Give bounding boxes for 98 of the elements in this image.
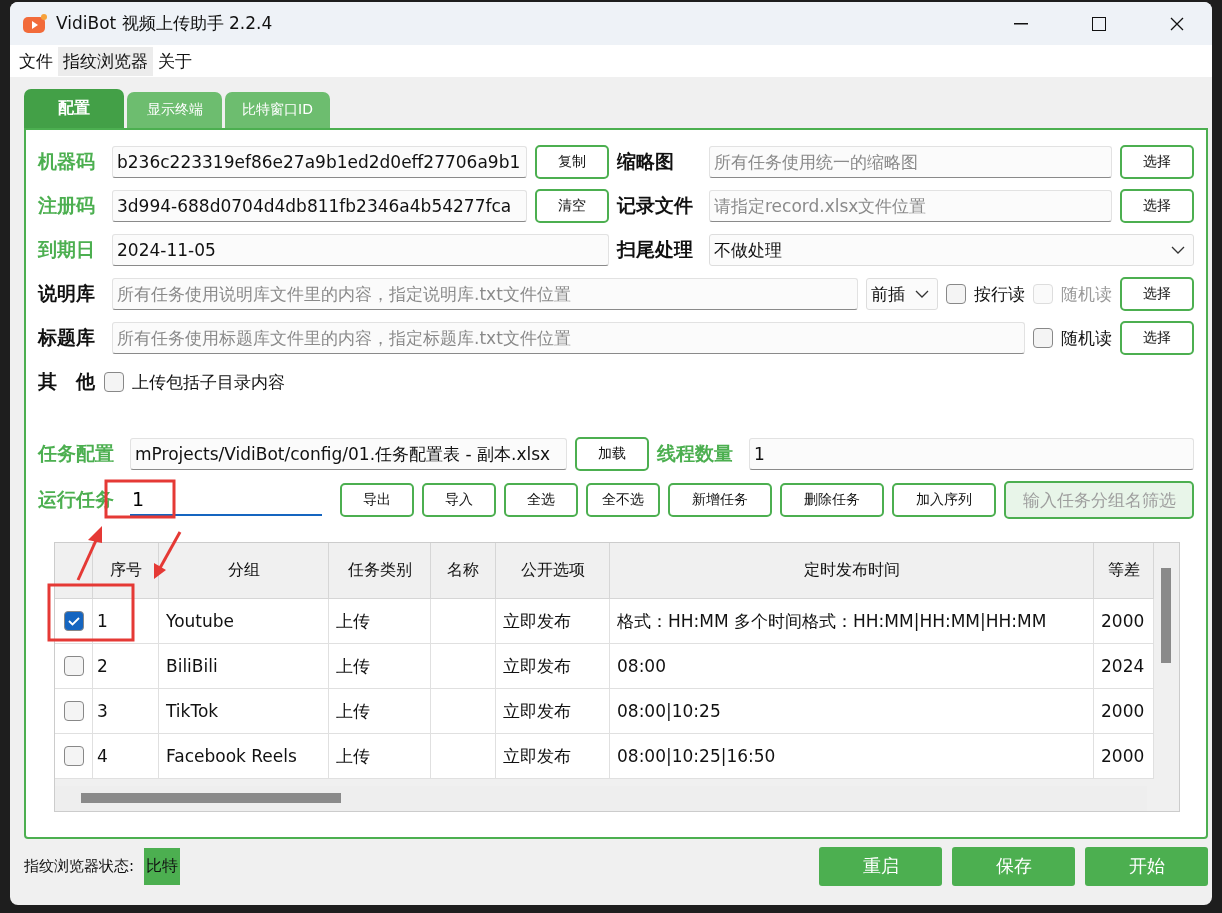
- table-cell: 1: [93, 599, 159, 644]
- input-field[interactable]: b236c223319ef86e27a9b1ed2d0eff27706a9b1: [112, 146, 527, 178]
- table-cell: Facebook Reels: [159, 734, 329, 779]
- table-cell: 08:00: [610, 644, 1094, 689]
- checkbox[interactable]: [946, 284, 966, 304]
- status-label: 指纹浏览器状态:: [24, 856, 135, 876]
- table-cell: 08:00|10:25|16:50: [610, 734, 1094, 779]
- checkbox[interactable]: [63, 656, 84, 676]
- input-field[interactable]: 所有任务使用标题库文件里的内容，指定标题库.txt文件位置: [112, 322, 1025, 354]
- video-logo-icon: [22, 12, 48, 35]
- checkbox-label: 按行读: [974, 282, 1025, 306]
- select-button[interactable]: 选择: [1120, 321, 1194, 355]
- field-label: 任务配置: [38, 441, 115, 466]
- field-label: 到期日: [38, 237, 96, 262]
- table-cell: 2000: [1094, 734, 1154, 779]
- action-button[interactable]: 导出: [340, 483, 414, 517]
- checkbox-label: 随机读: [1061, 326, 1112, 350]
- action-button[interactable]: 全不选: [586, 483, 660, 517]
- checkbox-label: 上传包括子目录内容: [132, 370, 285, 394]
- table-cell: 2: [93, 644, 159, 689]
- table-cell: 立即发布: [496, 644, 610, 689]
- table-cell: 2000: [1094, 599, 1154, 644]
- input-field[interactable]: 2024-11-05: [112, 234, 609, 266]
- table-cell: 08:00|10:25: [610, 689, 1094, 734]
- maximize-icon: [1092, 16, 1106, 31]
- field-label: 标题库: [38, 325, 96, 350]
- field-label: 记录文件: [617, 193, 694, 218]
- annotation-arrow: [154, 531, 182, 579]
- select-button[interactable]: 选择: [1120, 277, 1194, 311]
- column-header: 任务类别: [329, 543, 431, 599]
- table-cell: [431, 599, 496, 644]
- checkbox[interactable]: [63, 746, 84, 766]
- table-cell: 上传: [329, 689, 431, 734]
- table-cell: [431, 644, 496, 689]
- action-button[interactable]: 加入序列: [892, 483, 996, 517]
- checkbox[interactable]: [104, 372, 124, 392]
- dropdown[interactable]: 前插: [866, 278, 938, 310]
- field-label: 机器码: [38, 149, 96, 174]
- load-button[interactable]: 加载: [575, 437, 649, 471]
- table-cell: Youtube: [159, 599, 329, 644]
- menu-item[interactable]: 文件: [14, 46, 58, 76]
- checkbox[interactable]: [63, 701, 84, 721]
- table-cell: 立即发布: [496, 734, 610, 779]
- action-button[interactable]: 全选: [504, 483, 578, 517]
- checkbox[interactable]: [63, 611, 84, 631]
- table-cell: [431, 734, 496, 779]
- checkbox-label: 随机读: [1061, 282, 1112, 306]
- checkbox[interactable]: [1033, 328, 1053, 348]
- input-field[interactable]: 所有任务使用说明库文件里的内容，指定说明库.txt文件位置: [112, 278, 858, 310]
- column-header: 等差: [1094, 543, 1154, 599]
- close-icon: [1170, 16, 1184, 31]
- select-button[interactable]: 选择: [1120, 145, 1194, 179]
- field-label: 注册码: [38, 193, 96, 218]
- field-label: 缩略图: [617, 149, 675, 174]
- table-cell: 立即发布: [496, 599, 610, 644]
- menu-item[interactable]: 关于: [153, 46, 197, 76]
- chevron-down-icon: [915, 290, 929, 298]
- action-button[interactable]: 删除任务: [780, 483, 884, 517]
- column-header: 名称: [431, 543, 496, 599]
- annotation-arrow: [76, 526, 102, 581]
- column-header: 定时发布时间: [610, 543, 1094, 599]
- table-cell: 上传: [329, 734, 431, 779]
- table-cell: 立即发布: [496, 689, 610, 734]
- table-cell: TikTok: [159, 689, 329, 734]
- table-cell: 3: [93, 689, 159, 734]
- minimize-icon: [1014, 22, 1028, 25]
- input-field[interactable]: 所有任务使用统一的缩略图: [709, 146, 1112, 178]
- table-cell: [431, 689, 496, 734]
- copy-button[interactable]: 复制: [535, 145, 609, 179]
- input-field[interactable]: 1: [749, 438, 1194, 470]
- input-field[interactable]: 请指定record.xlsx文件位置: [709, 190, 1112, 222]
- table-cell: 上传: [329, 644, 431, 689]
- column-header: 序号: [93, 543, 159, 599]
- input-field[interactable]: 3d994-688d0704d4db811fb2346a4b54277fca: [112, 190, 527, 222]
- clear-button[interactable]: 清空: [535, 189, 609, 223]
- select-button[interactable]: 选择: [1120, 189, 1194, 223]
- column-header: 分组: [159, 543, 329, 599]
- table-cell: 2024: [1094, 644, 1154, 689]
- field-label: 线程数量: [657, 441, 734, 466]
- status-value: 比特: [144, 847, 181, 885]
- action-button[interactable]: 新增任务: [668, 483, 772, 517]
- checkmark-icon: [66, 614, 81, 628]
- chevron-down-icon: [1171, 246, 1185, 254]
- field-label: 其 他: [38, 369, 96, 394]
- table-cell: 4: [93, 734, 159, 779]
- column-header: 公开选项: [496, 543, 610, 599]
- table-cell: 2000: [1094, 689, 1154, 734]
- menu-item[interactable]: 指纹浏览器: [58, 46, 153, 76]
- table-cell: 格式：HH:MM 多个时间格式：HH:MM|HH:MM|HH:MM: [610, 599, 1094, 644]
- table-cell: 上传: [329, 599, 431, 644]
- field-label: 说明库: [38, 281, 96, 306]
- dropdown[interactable]: 不做处理: [709, 234, 1194, 266]
- input-field[interactable]: mProjects/VidiBot/config/01.任务配置表 - 副本.xlsx: [130, 438, 567, 470]
- action-button[interactable]: 导入: [422, 483, 496, 517]
- table-cell: BiliBili: [159, 644, 329, 689]
- window-title: VidiBot 视频上传助手 2.2.4: [56, 12, 274, 35]
- filter-field[interactable]: 输入任务分组名筛选: [1004, 481, 1194, 519]
- field-label: 扫尾处理: [617, 237, 694, 262]
